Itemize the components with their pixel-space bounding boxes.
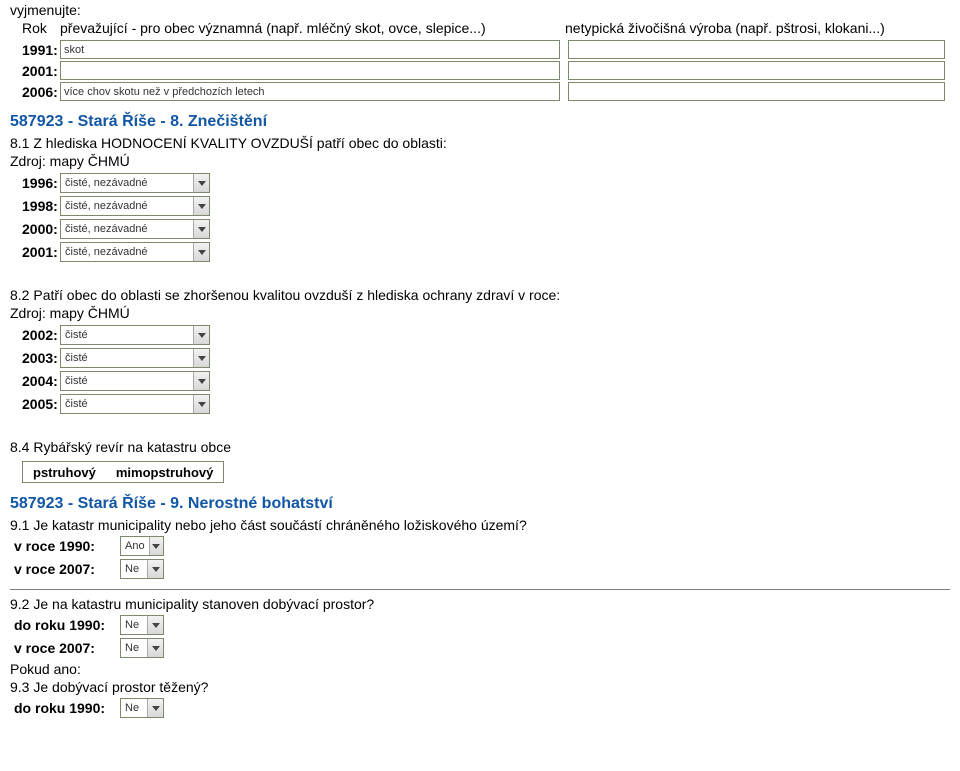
dropdown-value: čisté [61, 329, 193, 341]
dropdown-value: čisté [61, 398, 193, 410]
dropdown-value: čisté, nezávadné [61, 223, 193, 235]
question-8-4: 8.4 Rybářský revír na katastru obce [10, 439, 950, 455]
dd-row: 2003: čisté [10, 348, 950, 368]
livestock-right-input[interactable] [568, 61, 945, 80]
dropdown-value: čisté [61, 352, 193, 364]
dd-row: do roku 1990: Ne [10, 698, 950, 718]
chevron-down-icon [193, 372, 209, 390]
livestock-right-input[interactable] [568, 40, 945, 59]
chevron-down-icon [149, 537, 163, 555]
intro-vyjmenujte: vyjmenujte: [10, 2, 950, 18]
year-label: 2004: [10, 373, 60, 389]
deposit-area-select[interactable]: Ano [120, 536, 164, 556]
air-quality-select[interactable]: čisté, nezávadné [60, 219, 210, 239]
year-label: v roce 2007: [10, 640, 120, 656]
chevron-down-icon [193, 220, 209, 238]
air-quality-select[interactable]: čisté, nezávadné [60, 196, 210, 216]
dd-row: v roce 2007: Ne [10, 638, 950, 658]
chevron-down-icon [147, 560, 163, 578]
section-9-title: 587923 - Stará Říše - 9. Nerostné bohats… [10, 495, 950, 513]
dd-row: v roce 2007: Ne [10, 559, 950, 579]
option-pstruhovy: pstruhový [23, 465, 106, 480]
year-label: 2001: [10, 63, 60, 79]
year-label: do roku 1990: [10, 700, 120, 716]
livestock-left-input[interactable]: více chov skotu než v předchozích letech [60, 82, 560, 101]
option-mimopstruhovy: mimopstruhový [106, 465, 224, 480]
question-9-3: 9.3 Je dobývací prostor těžený? [10, 679, 950, 695]
livestock-row: 2006: více chov skotu než v předchozích … [10, 82, 950, 101]
dd-row: 2001: čisté, nezávadné [10, 242, 950, 262]
dropdown-value: Ne [121, 563, 147, 575]
dd-row: v roce 1990: Ano [10, 536, 950, 556]
dd-row: 2005: čisté [10, 394, 950, 414]
air-quality-select[interactable]: čisté, nezávadné [60, 242, 210, 262]
dd-row: 1998: čisté, nezávadné [10, 196, 950, 216]
intro-prevazujici: převažující - pro obec významná (např. m… [60, 20, 565, 36]
health-zone-select[interactable]: čisté [60, 394, 210, 414]
pokud-ano: Pokud ano: [10, 661, 950, 677]
health-zone-select[interactable]: čisté [60, 371, 210, 391]
chevron-down-icon [193, 349, 209, 367]
chevron-down-icon [193, 197, 209, 215]
livestock-right-input[interactable] [568, 82, 945, 101]
mining-area-select[interactable]: Ne [120, 615, 164, 635]
livestock-left-input[interactable] [60, 61, 560, 80]
question-9-2: 9.2 Je na katastru municipality stanoven… [10, 596, 950, 612]
mining-area-select[interactable]: Ne [120, 638, 164, 658]
fishing-district-select[interactable]: pstruhový mimopstruhový [22, 461, 224, 483]
year-label: 2006: [10, 84, 60, 100]
intro-netypicka: netypická živočišná výroba (např. pštros… [565, 20, 950, 36]
year-label: 2003: [10, 350, 60, 366]
chevron-down-icon [147, 699, 163, 717]
dropdown-value: čisté, nezávadné [61, 246, 193, 258]
chevron-down-icon [193, 326, 209, 344]
mined-select[interactable]: Ne [120, 698, 164, 718]
dropdown-value: čisté, nezávadné [61, 177, 193, 189]
year-label: do roku 1990: [10, 617, 120, 633]
health-zone-select[interactable]: čisté [60, 325, 210, 345]
dropdown-value: Ano [121, 540, 149, 552]
year-label: 2000: [10, 221, 60, 237]
year-label: v roce 2007: [10, 561, 120, 577]
source-8-2: Zdroj: mapy ČHMÚ [10, 305, 950, 321]
livestock-row: 1991: skot [10, 40, 950, 59]
chevron-down-icon [193, 243, 209, 261]
question-9-1: 9.1 Je katastr municipality nebo jeho čá… [10, 517, 950, 533]
livestock-left-input[interactable]: skot [60, 40, 560, 59]
deposit-area-select[interactable]: Ne [120, 559, 164, 579]
separator [10, 589, 950, 590]
source-8-1: Zdroj: mapy ČHMÚ [10, 153, 950, 169]
year-label: 2001: [10, 244, 60, 260]
health-zone-select[interactable]: čisté [60, 348, 210, 368]
year-label: 2005: [10, 396, 60, 412]
year-label: 1991: [10, 42, 60, 58]
dd-row: 2000: čisté, nezávadné [10, 219, 950, 239]
section-8-title: 587923 - Stará Říše - 8. Znečištění [10, 113, 950, 131]
air-quality-select[interactable]: čisté, nezávadné [60, 173, 210, 193]
chevron-down-icon [193, 174, 209, 192]
year-label: 1998: [10, 198, 60, 214]
dd-row: do roku 1990: Ne [10, 615, 950, 635]
question-8-2: 8.2 Patří obec do oblasti se zhoršenou k… [10, 287, 950, 303]
dd-row: 2004: čisté [10, 371, 950, 391]
dropdown-value: Ne [121, 619, 147, 631]
year-label: v roce 1990: [10, 538, 120, 554]
chevron-down-icon [147, 639, 163, 657]
dropdown-value: čisté, nezávadné [61, 200, 193, 212]
year-label: 2002: [10, 327, 60, 343]
year-label: 1996: [10, 175, 60, 191]
dd-row: 1996: čisté, nezávadné [10, 173, 950, 193]
question-8-1: 8.1 Z hlediska HODNOCENÍ KVALITY OVZDUŠÍ… [10, 135, 950, 151]
dd-row: 2002: čisté [10, 325, 950, 345]
dropdown-value: Ne [121, 702, 147, 714]
chevron-down-icon [193, 395, 209, 413]
livestock-row: 2001: [10, 61, 950, 80]
dropdown-value: čisté [61, 375, 193, 387]
chevron-down-icon [147, 616, 163, 634]
dropdown-value: Ne [121, 642, 147, 654]
intro-rok: Rok [10, 20, 60, 36]
